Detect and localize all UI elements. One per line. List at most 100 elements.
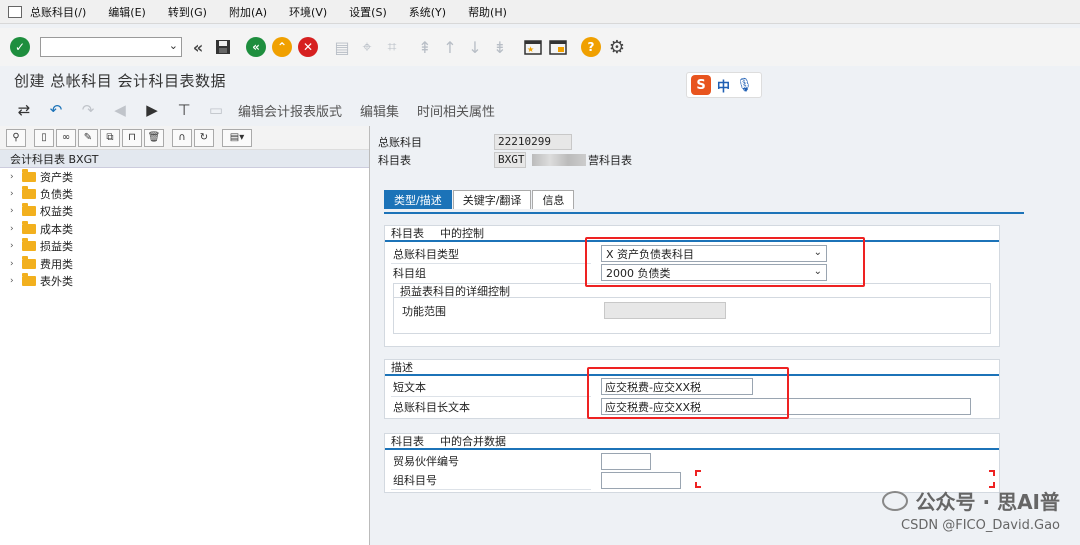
glasses-icon[interactable]: ∞	[56, 128, 76, 147]
chart-of-accounts-value: BXGT	[494, 151, 526, 168]
last-page-icon[interactable]: ⇟	[490, 37, 510, 57]
tab-underline	[384, 212, 1024, 214]
menu-edit[interactable]: 编辑(E)	[108, 4, 146, 20]
account-type-label: 总账科目类型	[393, 248, 459, 261]
folder-icon	[22, 168, 36, 182]
account-tree-panel: ⚲ ▯ ∞ ✎ ⧉ ⊓ 🗑 ∩ ↻ ▤▾ 会计科目表 BXGT › 资产类 › 负债…	[0, 126, 370, 545]
functional-area-field[interactable]	[604, 302, 726, 319]
exit-icon[interactable]: ⌃	[272, 37, 292, 57]
next-icon[interactable]: ▶	[142, 100, 162, 120]
time-dependent-attributes-button[interactable]: 时间相关属性	[417, 101, 495, 120]
tree-item-liabilities[interactable]: › 负债类	[0, 185, 369, 202]
ime-logo-icon: S	[691, 75, 711, 95]
undo-icon[interactable]: ↶	[46, 100, 66, 120]
folder-icon	[22, 220, 36, 234]
help-icon[interactable]: ?	[581, 37, 601, 57]
app-menu-icon[interactable]	[8, 5, 22, 18]
consolidation-group: 科目表 中的合并数据 贸易伙伴编号 组科目号	[384, 433, 1000, 493]
lock-icon[interactable]: ⊓	[122, 128, 142, 147]
edit-set-button[interactable]: 编辑集	[360, 101, 399, 120]
menu-system[interactable]: 系统(Y)	[409, 4, 446, 20]
pl-detail-subgroup: 损益表科目的详细控制 功能范围	[393, 283, 991, 334]
trading-partner-input[interactable]	[601, 453, 651, 470]
chevron-right-icon[interactable]: ›	[10, 206, 20, 216]
ime-toolbar[interactable]: S 中 🎙	[686, 72, 762, 98]
save-icon[interactable]	[213, 37, 233, 57]
tree-header: 会计科目表 BXGT	[0, 150, 369, 168]
back-icon[interactable]: «	[246, 37, 266, 57]
highlight-box-description	[587, 367, 789, 419]
chart-of-accounts-label: 科目表	[378, 153, 411, 167]
chart-of-accounts-description: 营科目表	[588, 153, 632, 167]
find-icon[interactable]: ⌖	[357, 37, 377, 57]
new-session-icon[interactable]	[548, 37, 568, 57]
ime-language-toggle[interactable]: 中	[717, 76, 730, 95]
chevron-right-icon[interactable]: ›	[10, 259, 20, 269]
tree-item-equity[interactable]: › 权益类	[0, 203, 369, 220]
tab-keyword-translation[interactable]: 关键字/翻译	[452, 190, 532, 209]
binoculars-icon[interactable]: ⚲	[6, 128, 26, 147]
redo-icon[interactable]: ↷	[78, 100, 98, 120]
svg-text:★: ★	[527, 45, 534, 54]
tree-item-off-balance[interactable]: › 表外类	[0, 272, 369, 289]
copy-document-icon[interactable]: ▭	[206, 100, 226, 120]
corner-mark	[695, 470, 701, 476]
chevron-right-icon[interactable]: ›	[10, 241, 20, 251]
chart-of-accounts-row: 科目表 BXGT 营科目表	[378, 151, 632, 168]
chevron-right-icon[interactable]: ›	[10, 276, 20, 286]
menu-settings[interactable]: 设置(S)	[349, 4, 387, 20]
tab-type-description[interactable]: 类型/描述	[384, 190, 452, 209]
headset-icon[interactable]: ∩	[172, 128, 192, 147]
enter-check-icon[interactable]: ✓	[10, 37, 30, 57]
chevron-right-icon[interactable]: ›	[10, 224, 20, 234]
tree-item-cost[interactable]: › 成本类	[0, 220, 369, 237]
tree-item-profit-loss[interactable]: › 损益类	[0, 238, 369, 255]
folder-icon	[22, 255, 36, 269]
tab-information[interactable]: 信息	[532, 190, 575, 209]
gear-icon[interactable]: ⚙	[607, 37, 627, 58]
menu-environment[interactable]: 环境(V)	[289, 4, 327, 20]
trading-partner-label: 贸易伙伴编号	[393, 455, 459, 468]
trash-icon[interactable]: 🗑	[144, 128, 164, 147]
tab-strip: 类型/描述 关键字/翻译 信息	[384, 190, 575, 209]
tree-toolbar: ⚲ ▯ ∞ ✎ ⧉ ⊓ 🗑 ∩ ↻ ▤▾	[0, 126, 369, 150]
command-field[interactable]: ⌄	[40, 37, 182, 57]
redacted-text	[532, 153, 586, 166]
account-detail-panel: 总账科目 22210299 科目表 BXGT 营科目表 类型/描述 关键字/翻译…	[374, 126, 1080, 545]
copy-icon[interactable]: ⧉	[100, 128, 120, 147]
tree-item-assets[interactable]: › 资产类	[0, 168, 369, 185]
where-used-icon[interactable]: ⊤	[174, 100, 194, 120]
consolidation-group-title: 科目表 中的合并数据	[385, 434, 999, 450]
new-document-icon[interactable]: ▯	[34, 128, 54, 147]
other-object-icon[interactable]: ⇄	[14, 100, 34, 120]
microphone-icon[interactable]: 🎙	[736, 78, 753, 93]
chevron-right-icon[interactable]: ›	[10, 172, 20, 182]
short-text-label: 短文本	[393, 381, 426, 394]
edit-financial-statement-button[interactable]: 编辑会计报表版式	[238, 101, 342, 120]
print-menu-icon[interactable]: ▤▾	[222, 128, 252, 147]
print-icon[interactable]: ▤	[332, 37, 352, 57]
watermark-csdn: CSDN @FICO_David.Gao	[901, 518, 1060, 533]
group-account-input[interactable]	[601, 472, 681, 489]
cancel-icon[interactable]: ✕	[298, 37, 318, 57]
menu-gl-account[interactable]: 总账科目(/)	[30, 4, 86, 20]
menu-extras[interactable]: 附加(A)	[229, 4, 267, 20]
menu-goto[interactable]: 转到(G)	[168, 4, 207, 20]
gl-account-row: 总账科目 22210299	[378, 133, 572, 150]
chevron-down-icon[interactable]: ⌄	[169, 39, 178, 52]
next-page-icon[interactable]: ↓	[465, 37, 485, 57]
folder-icon	[22, 238, 36, 252]
first-page-icon[interactable]: ⇞	[415, 37, 435, 57]
chevron-right-icon[interactable]: ›	[10, 189, 20, 199]
collapse-command-icon[interactable]: «	[188, 37, 208, 57]
find-next-icon[interactable]: ⌗	[382, 37, 402, 57]
refresh-icon[interactable]: ↻	[194, 128, 214, 147]
pencil-icon[interactable]: ✎	[78, 128, 98, 147]
menu-help[interactable]: 帮助(H)	[468, 4, 507, 20]
application-toolbar: ⇄ ↶ ↷ ◀ ▶ ⊤ ▭ 编辑会计报表版式 编辑集 时间相关属性	[0, 96, 1080, 124]
previous-page-icon[interactable]: ↑	[440, 37, 460, 57]
functional-area-label: 功能范围	[402, 305, 446, 318]
previous-icon[interactable]: ◀	[110, 100, 130, 120]
create-shortcut-icon[interactable]: ★	[523, 37, 543, 57]
tree-item-expenses[interactable]: › 费用类	[0, 255, 369, 272]
